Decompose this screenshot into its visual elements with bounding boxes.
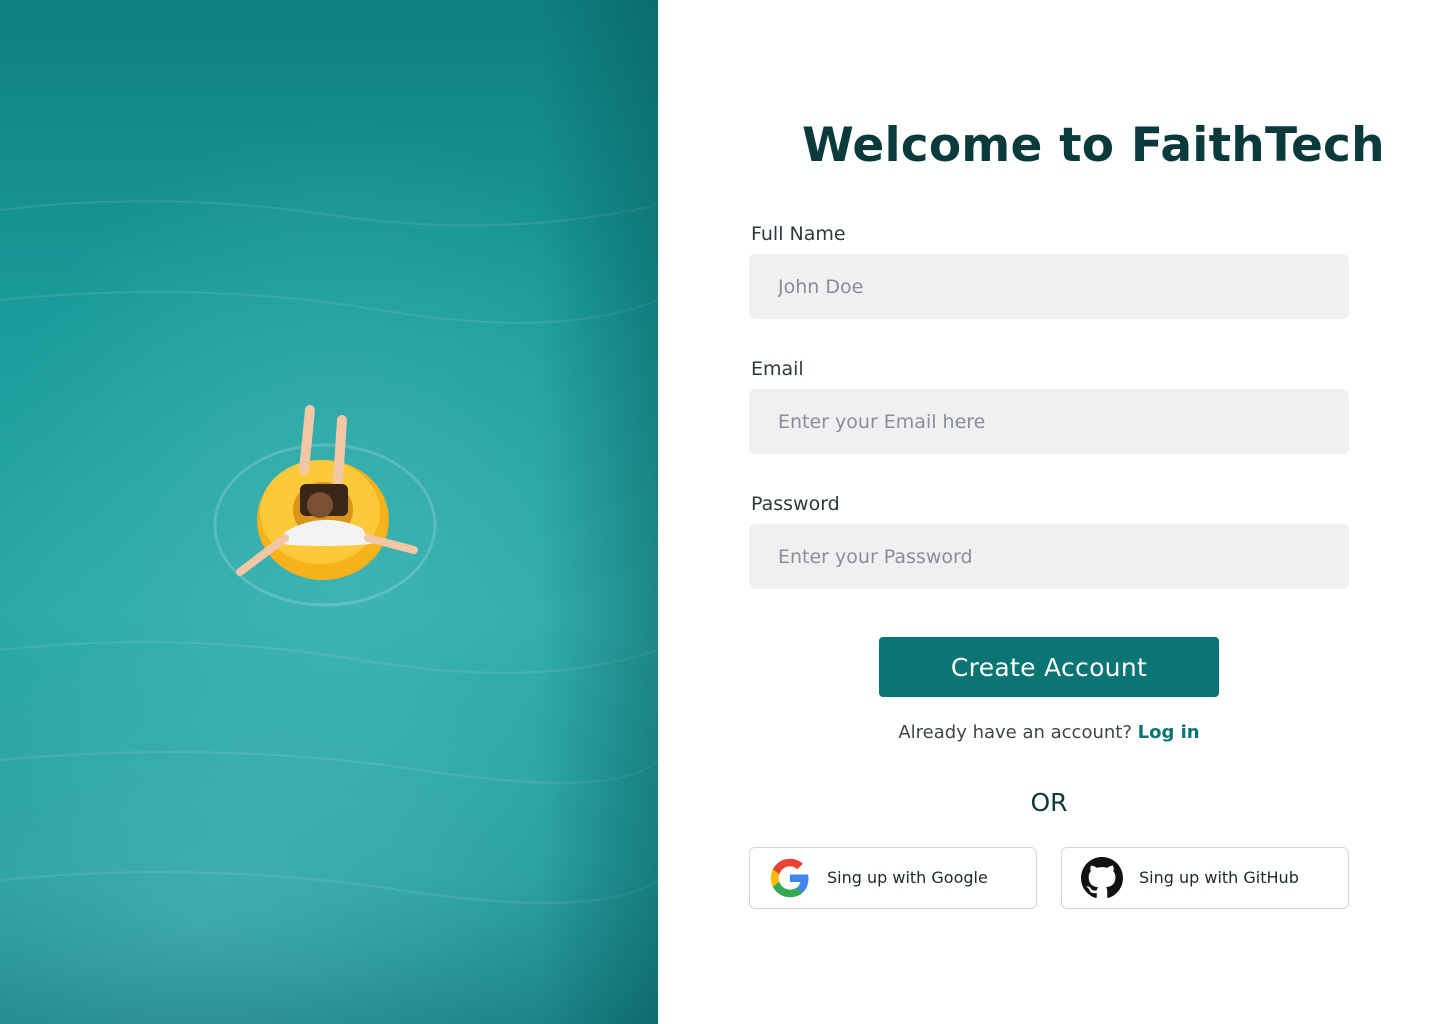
email-input[interactable]	[749, 389, 1349, 454]
email-label: Email	[751, 358, 804, 380]
or-divider: OR	[1030, 788, 1068, 817]
swim-ring-illustration	[236, 405, 418, 580]
full-name-label: Full Name	[751, 223, 846, 245]
github-signup-button[interactable]: Sing up with GitHub	[1061, 847, 1349, 909]
password-input[interactable]	[749, 524, 1349, 589]
google-icon	[770, 858, 809, 898]
hero-photo-illustration	[0, 200, 658, 904]
create-account-button[interactable]: Create Account	[879, 637, 1219, 697]
google-signup-label: Sing up with Google	[827, 868, 988, 887]
github-signup-label: Sing up with GitHub	[1139, 868, 1299, 887]
google-signup-button[interactable]: Sing up with Google	[749, 847, 1037, 909]
full-name-input[interactable]	[749, 254, 1349, 319]
login-prompt-row: Already have an account? Log in	[749, 722, 1349, 743]
login-link[interactable]: Log in	[1138, 722, 1200, 743]
page-title: Welcome to FaithTech	[802, 118, 1385, 173]
github-icon	[1081, 857, 1123, 898]
hero-image	[0, 0, 658, 1024]
password-label: Password	[751, 493, 840, 515]
login-prompt-text: Already have an account?	[898, 722, 1132, 743]
